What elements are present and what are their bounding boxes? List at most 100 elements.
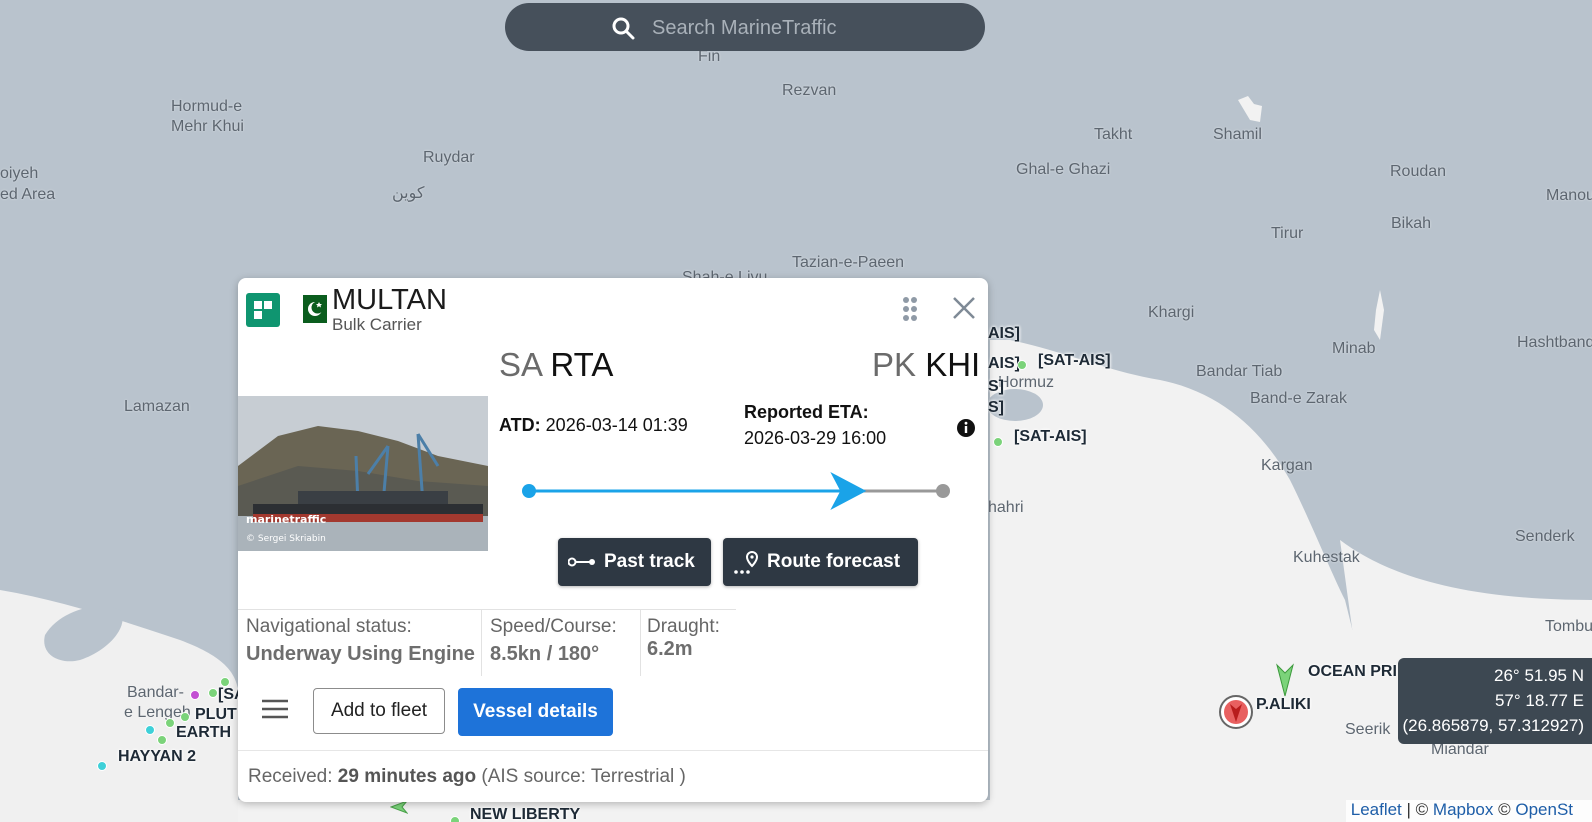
vessel-details-button[interactable]: Vessel details [458, 688, 613, 736]
vessel-label[interactable]: AIS] [988, 325, 1020, 343]
origin-marker-icon [522, 484, 536, 498]
vessel-marker-icon[interactable] [993, 437, 1003, 447]
place-label: Rezvan [782, 82, 837, 99]
info-icon[interactable] [956, 418, 976, 438]
vessel-type-icon [246, 293, 280, 327]
vessel-label[interactable]: OCEAN PRI [1308, 663, 1397, 681]
mapbox-link[interactable]: Mapbox [1433, 800, 1493, 819]
place-label: Tirur [1271, 225, 1304, 242]
vessel-label[interactable]: S] [988, 378, 1004, 396]
menu-icon[interactable] [260, 696, 290, 722]
vessel-marker-icon[interactable] [145, 725, 155, 735]
vessel-label[interactable]: HAYYAN 2 [118, 748, 196, 766]
draught: Draught: 6.2m [641, 609, 736, 676]
search-bar[interactable] [505, 3, 985, 51]
drag-handle-icon[interactable] [902, 296, 918, 322]
osm-link[interactable]: OpenSt [1515, 800, 1573, 819]
place-label: Ruydar [423, 149, 475, 166]
place-label: Seerik [1345, 721, 1391, 738]
nav-status-value: Underway Using Engine [246, 643, 475, 665]
place-label: Hashtband [1517, 334, 1592, 351]
vessel-selected-icon[interactable] [1218, 694, 1254, 730]
decimal-coords: (26.865879, 57.312927) [1402, 716, 1585, 735]
draught-value: 6.2m [647, 638, 693, 660]
coordinates-tooltip: 26° 51.95 N 57° 18.77 E (26.865879, 57.3… [1398, 658, 1592, 744]
vessel-label[interactable]: AIS] [988, 355, 1020, 373]
vessel-marker-icon[interactable] [190, 690, 200, 700]
place-label: Roudan [1390, 163, 1447, 180]
add-to-fleet-button[interactable]: Add to fleet [313, 688, 445, 734]
vessel-marker-icon[interactable] [1017, 360, 1027, 370]
place-label: Ghal-e Ghazi [1016, 161, 1111, 178]
nav-status: Navigational status: Underway Using Engi… [238, 609, 482, 676]
speed-course: Speed/Course: 8.5kn / 180° [482, 609, 641, 676]
origin-port: SA RTA [499, 346, 613, 384]
place-label: Bandar- [127, 684, 184, 701]
past-track-label: Past track [604, 551, 695, 572]
place-label: Mehr Khui [171, 118, 244, 135]
vessel-label[interactable]: PLUT [195, 706, 237, 724]
ais-source: (AIS source: Terrestrial ) [481, 766, 686, 787]
place-label: Senderk [1515, 528, 1575, 545]
origin-country: SA [499, 346, 542, 383]
place-label: کوین [392, 185, 425, 202]
place-label: Hormuz [998, 374, 1055, 391]
nav-status-label: Navigational status: [246, 616, 412, 637]
attribution-separator: | © [1401, 800, 1433, 819]
vessel-marker-icon[interactable] [97, 761, 107, 771]
place-label: Tombu [1545, 618, 1592, 635]
search-input[interactable] [650, 12, 954, 44]
voyage-progress [522, 472, 950, 510]
leaflet-link[interactable]: Leaflet [1351, 800, 1402, 819]
place-label: Kargan [1261, 457, 1313, 474]
vessel-marker-icon[interactable] [157, 735, 167, 745]
past-track-button[interactable]: Past track [558, 538, 711, 586]
place-label: Takht [1094, 126, 1133, 143]
vessel-label[interactable]: P.ALIKI [1256, 696, 1311, 714]
vessel-marker-icon[interactable] [165, 718, 175, 728]
vessel-label[interactable]: NEW LIBERTY [470, 806, 580, 822]
atd-value: 2026-03-14 01:39 [545, 415, 688, 435]
place-label: Kuhestak [1293, 549, 1360, 566]
track-icon [568, 556, 596, 568]
place-label: Bandar Tiab [1196, 363, 1283, 380]
vessel-name: MULTAN [332, 284, 447, 316]
vessel-photo[interactable]: marinetraffic © Sergei Skriabin [238, 396, 488, 551]
vessel-marker-icon[interactable] [180, 712, 190, 722]
vessel-type: Bulk Carrier [332, 315, 422, 334]
destination-port: PK KHI [872, 346, 980, 384]
vessel-label[interactable]: EARTH [176, 724, 231, 742]
place-label: Manou [1546, 187, 1592, 204]
route-forecast-button[interactable]: Route forecast [723, 538, 918, 586]
search-icon[interactable] [611, 16, 635, 40]
route-forecast-label: Route forecast [767, 551, 901, 572]
received-age: 29 minutes ago [337, 766, 477, 787]
place-label: Tazian-e-Paeen [792, 254, 905, 271]
place-label: Minab [1332, 340, 1376, 357]
draught-label: Draught: [647, 616, 720, 637]
destination-country: PK [872, 346, 917, 383]
vessel-label[interactable]: [SAT-AIS] [1038, 352, 1111, 370]
place-label: Lamazan [124, 398, 190, 415]
speed-course-value: 8.5kn / 180° [490, 643, 600, 665]
pakistan-flag-icon [295, 295, 327, 323]
received-label: Received: [248, 766, 333, 787]
vessel-popup: MULTAN Bulk Carrier SA RTA PK KHI marine… [238, 278, 988, 802]
vessel-arrow-icon[interactable] [1275, 663, 1295, 697]
vessel-marker-icon[interactable] [450, 816, 460, 822]
place-label: Khargi [1148, 304, 1195, 321]
close-icon[interactable] [951, 295, 977, 321]
received-info: Received: 29 minutes ago (AIS source: Te… [238, 750, 988, 803]
vessel-label[interactable]: S] [988, 399, 1004, 417]
place-label: oiyeh [0, 165, 39, 182]
vessel-marker-icon[interactable] [208, 688, 218, 698]
atd: ATD: 2026-03-14 01:39 [499, 415, 688, 436]
atd-label: ATD: [499, 415, 541, 435]
speed-course-label: Speed/Course: [490, 616, 617, 637]
destination-marker-icon [936, 484, 950, 498]
vessel-marker-icon[interactable] [220, 677, 230, 687]
vessel-label[interactable]: [SAT-AIS] [1014, 428, 1087, 446]
latitude: 26° 51.95 N [1494, 666, 1584, 685]
attribution-separator: © [1493, 800, 1516, 819]
photo-watermark: marinetraffic [246, 513, 326, 526]
